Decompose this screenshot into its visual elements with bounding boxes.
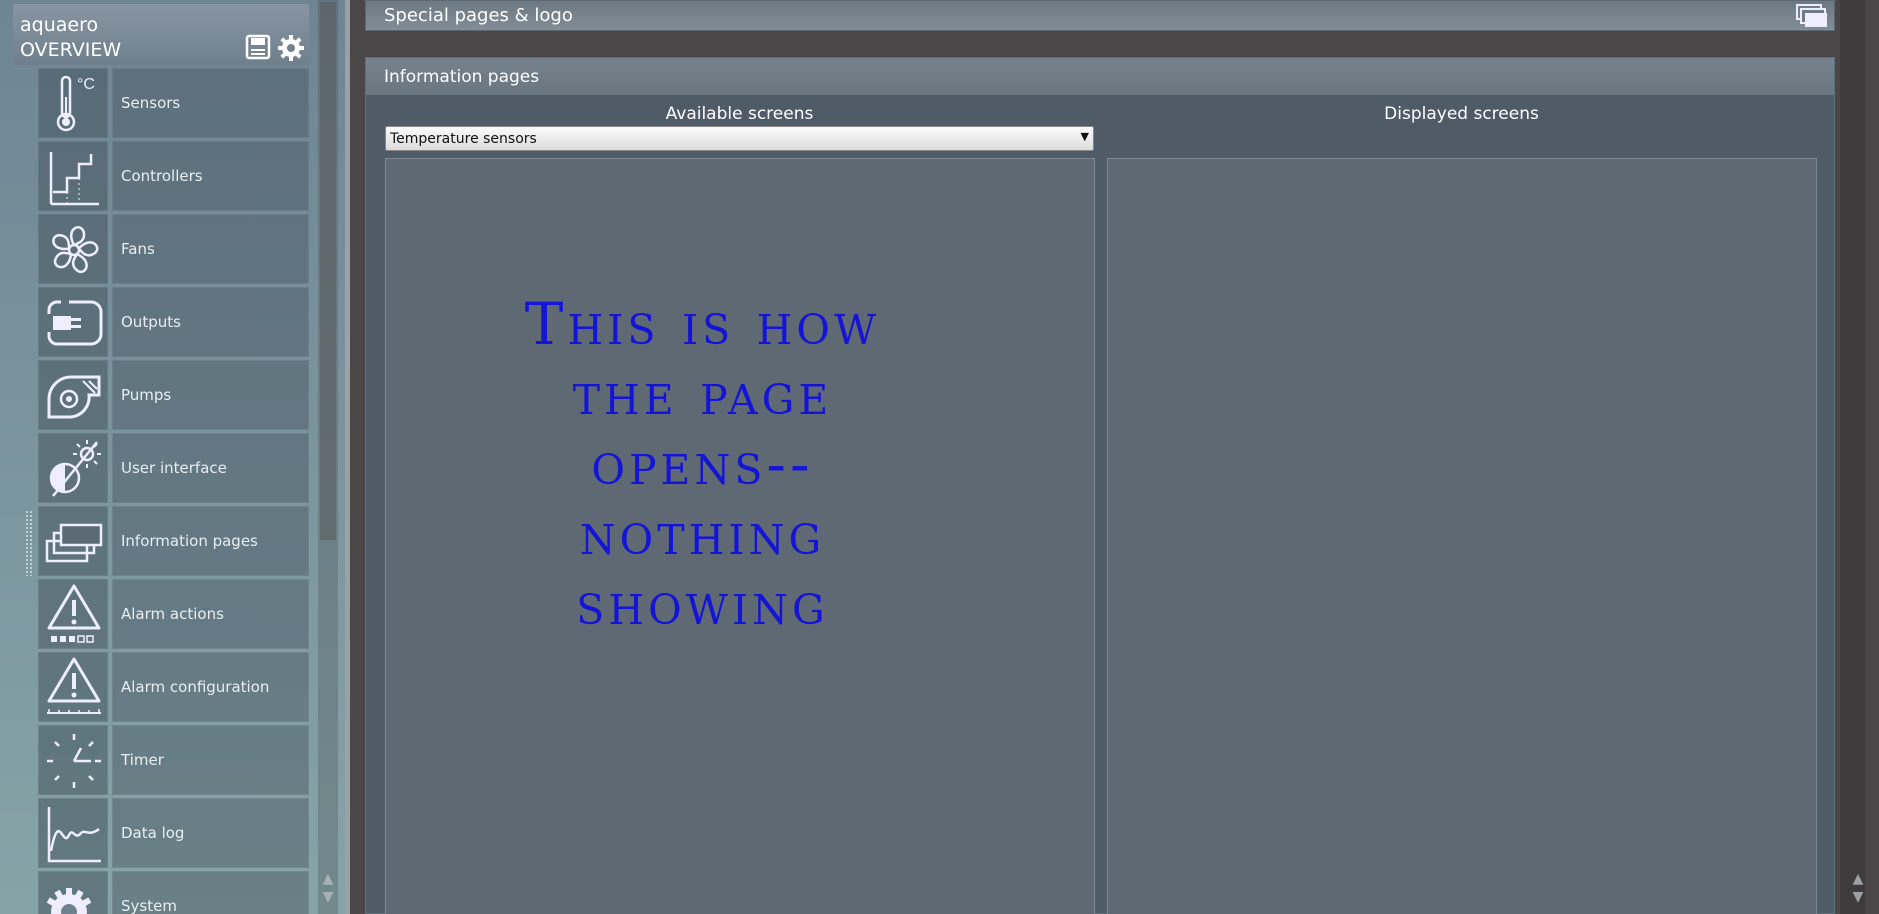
- sidebar-scrollbar[interactable]: ▲ ▼: [318, 0, 338, 914]
- gear-icon[interactable]: [277, 34, 305, 62]
- sidebar-menu: °C Sensors Controllers Fans Outputs Pump…: [38, 68, 309, 914]
- sidebar-item-label: System: [121, 897, 177, 914]
- sidebar-header: aquaero OVERVIEW: [13, 4, 309, 65]
- information-pages-panel: Information pages Available screens Disp…: [365, 57, 1835, 914]
- sidebar-item-label: Fans: [121, 240, 155, 258]
- sidebar-item-alarm-configuration[interactable]: Alarm configuration: [38, 652, 309, 722]
- sidebar-item-label: User interface: [121, 459, 227, 477]
- fan-icon: [52, 226, 99, 274]
- svg-text:°C: °C: [77, 76, 95, 93]
- alarm-icon: [47, 584, 101, 643]
- pages-icon[interactable]: [1795, 1, 1829, 29]
- chevron-down-icon: ▼: [1080, 130, 1089, 143]
- chart-icon: [47, 807, 101, 863]
- sidebar-item-timer[interactable]: Timer: [38, 725, 309, 795]
- sidebar-item-label: Controllers: [121, 167, 203, 185]
- sidebar-scroll-thumb[interactable]: [320, 2, 336, 540]
- thermometer-icon: °C: [56, 75, 95, 132]
- pump-icon: [47, 375, 101, 419]
- main-content: Special pages & logo Information pages A…: [350, 0, 1879, 914]
- annotation-note: This is how the page opens--nothing show…: [524, 290, 881, 638]
- sidebar-item-pumps[interactable]: Pumps: [38, 360, 309, 430]
- sidebar: aquaero OVERVIEW °C Sensors Controllers …: [0, 0, 345, 914]
- main-background-strip: [1840, 0, 1865, 914]
- sidebar-item-label: Data log: [121, 824, 185, 842]
- sidebar-item-outputs[interactable]: Outputs: [38, 287, 309, 357]
- displayed-screens-list[interactable]: [1107, 158, 1817, 914]
- save-icon[interactable]: [245, 34, 271, 60]
- available-screens-list[interactable]: This is how the page opens--nothing show…: [385, 158, 1095, 914]
- alarm-config-icon: [47, 657, 101, 714]
- sidebar-item-data-log[interactable]: Data log: [38, 798, 309, 868]
- brightness-icon: [49, 440, 101, 497]
- sidebar-item-system[interactable]: System: [38, 871, 309, 914]
- sidebar-item-controllers[interactable]: Controllers: [38, 141, 309, 211]
- sidebar-item-label: Alarm actions: [121, 605, 224, 623]
- sidebar-item-label: Alarm configuration: [121, 678, 270, 696]
- sidebar-item-label: Sensors: [121, 94, 181, 112]
- plug-icon: [47, 300, 103, 346]
- panel-title: Special pages & logo: [384, 5, 573, 26]
- pages-icon: [45, 523, 103, 563]
- controller-icon: [49, 152, 99, 206]
- special-pages-panel[interactable]: Special pages & logo: [365, 0, 1835, 31]
- sidebar-item-fans[interactable]: Fans: [38, 214, 309, 284]
- resize-grip[interactable]: [25, 510, 33, 576]
- overview-link[interactable]: OVERVIEW: [20, 39, 121, 61]
- panel-header: Information pages: [366, 58, 1834, 95]
- displayed-screens-title: Displayed screens: [1384, 104, 1539, 124]
- sidebar-item-label: Outputs: [121, 313, 181, 331]
- sidebar-item-information-pages[interactable]: Information pages: [38, 506, 309, 576]
- timer-icon: [47, 734, 101, 788]
- available-screens-title: Available screens: [665, 104, 814, 124]
- sidebar-item-alarm-actions[interactable]: Alarm actions: [38, 579, 309, 649]
- sidebar-item-sensors[interactable]: °C Sensors: [38, 68, 309, 138]
- sidebar-item-label: Timer: [121, 751, 164, 769]
- sidebar-item-label: Pumps: [121, 386, 172, 404]
- sidebar-item-user-interface[interactable]: User interface: [38, 433, 309, 503]
- panel-title: Information pages: [384, 67, 540, 87]
- screen-type-select[interactable]: Temperature sensors ▼: [385, 126, 1094, 151]
- sidebar-scroll-arrows[interactable]: ▲ ▼: [318, 870, 338, 906]
- select-value: Temperature sensors: [390, 131, 537, 147]
- sidebar-item-label: Information pages: [121, 532, 258, 550]
- main-scroll-arrows[interactable]: ▲ ▼: [1848, 870, 1868, 906]
- system-gear-icon: [46, 888, 92, 914]
- app-name: aquaero: [20, 14, 99, 36]
